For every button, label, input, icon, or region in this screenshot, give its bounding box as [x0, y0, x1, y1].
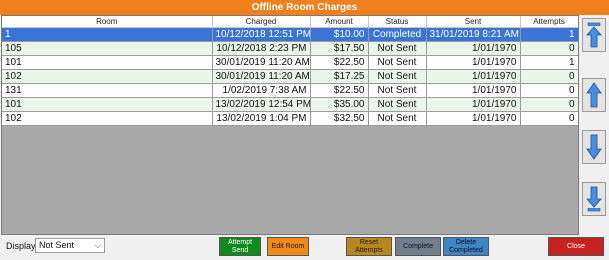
column-header-room[interactable]: Room	[2, 16, 213, 28]
reset-attempts-button[interactable]: Reset Attempts	[346, 237, 392, 256]
cell-charged: 13/02/2019 12:54 PM	[212, 97, 311, 112]
cell-room: 102	[2, 69, 213, 84]
scroll-top-button[interactable]	[582, 18, 606, 52]
cell-charged: 1/02/2019 7:38 AM	[212, 83, 311, 98]
column-header-charged[interactable]: Charged	[212, 16, 311, 28]
table-row[interactable]: 105 10/12/2018 2:23 PM $17.50 Not Sent 1…	[2, 41, 578, 56]
cell-sent: 1/01/1970	[426, 41, 521, 56]
cell-sent: 1/01/1970	[426, 69, 521, 84]
cell-amount: $10.00	[310, 27, 369, 42]
column-header-status[interactable]: Status	[368, 16, 427, 28]
cell-attempts: 0	[520, 41, 578, 56]
cell-amount: $17.50	[310, 41, 369, 56]
cell-room: 1	[2, 27, 213, 42]
table-header-row: Room Charged Amount Status Sent Attempts	[2, 16, 578, 28]
arrow-up-icon	[586, 82, 602, 108]
scroll-up-button[interactable]	[582, 78, 606, 112]
column-header-amount[interactable]: Amount	[310, 16, 369, 28]
cell-status: Not Sent	[368, 111, 427, 126]
cell-amount: $17.25	[310, 69, 369, 84]
edit-room-button[interactable]: Edit Room	[267, 237, 309, 256]
display-filter-select[interactable]: Not Sent ⌵	[35, 238, 105, 253]
scroll-bottom-button[interactable]	[582, 182, 606, 216]
cell-status: Not Sent	[368, 97, 427, 112]
cell-status: Not Sent	[368, 41, 427, 56]
cell-status: Completed	[368, 27, 427, 42]
table-row[interactable]: 101 13/02/2019 12:54 PM $35.00 Not Sent …	[2, 97, 578, 112]
cell-amount: $35.00	[310, 97, 369, 112]
arrow-down-icon	[586, 134, 602, 160]
cell-charged: 13/02/2019 1:04 PM	[212, 111, 311, 126]
display-label: Display	[6, 241, 36, 251]
table-row[interactable]: 131 1/02/2019 7:38 AM $22.50 Not Sent 1/…	[2, 83, 578, 98]
arrow-bottom-icon	[586, 186, 602, 212]
cell-room: 131	[2, 83, 213, 98]
cell-sent: 1/01/1970	[426, 111, 521, 126]
column-header-attempts[interactable]: Attempts	[520, 16, 578, 28]
cell-attempts: 1	[520, 55, 578, 70]
cell-status: Not Sent	[368, 55, 427, 70]
cell-room: 105	[2, 41, 213, 56]
scroll-down-button[interactable]	[582, 130, 606, 164]
column-header-sent[interactable]: Sent	[426, 16, 521, 28]
cell-amount: $22.50	[310, 83, 369, 98]
table-row[interactable]: 1 10/12/2018 12:51 PM $10.00 Completed 3…	[2, 27, 578, 42]
chevron-down-icon: ⌵	[94, 241, 101, 250]
cell-charged: 30/01/2019 11:20 AM	[212, 69, 311, 84]
cell-sent: 1/01/1970	[426, 83, 521, 98]
cell-sent: 31/01/2019 8:21 AM	[426, 27, 521, 42]
table-row[interactable]: 102 30/01/2019 11:20 AM $17.25 Not Sent …	[2, 69, 578, 84]
display-filter-value: Not Sent	[39, 240, 75, 250]
cell-amount: $32.50	[310, 111, 369, 126]
charges-grid[interactable]: Room Charged Amount Status Sent Attempts…	[1, 15, 579, 235]
cell-amount: $22.50	[310, 55, 369, 70]
complete-button[interactable]: Complete	[395, 237, 441, 256]
table-row[interactable]: 101 30/01/2019 11:20 AM $22.50 Not Sent …	[2, 55, 578, 70]
cell-status: Not Sent	[368, 83, 427, 98]
cell-sent: 1/01/1970	[426, 97, 521, 112]
cell-charged: 10/12/2018 12:51 PM	[212, 27, 311, 42]
charges-table: Room Charged Amount Status Sent Attempts…	[2, 16, 578, 126]
cell-attempts: 0	[520, 83, 578, 98]
cell-room: 101	[2, 97, 213, 112]
delete-completed-button[interactable]: Delete Completed	[443, 237, 489, 256]
table-row[interactable]: 102 13/02/2019 1:04 PM $32.50 Not Sent 1…	[2, 111, 578, 126]
cell-status: Not Sent	[368, 69, 427, 84]
cell-attempts: 0	[520, 97, 578, 112]
cell-room: 102	[2, 111, 213, 126]
bottom-toolbar: Display Not Sent ⌵ Attempt Send Edit Roo…	[0, 234, 609, 260]
close-button[interactable]: Close	[548, 237, 604, 256]
cell-attempts: 1	[520, 27, 578, 42]
cell-charged: 10/12/2018 2:23 PM	[212, 41, 311, 56]
cell-sent: 1/01/1970	[426, 55, 521, 70]
cell-charged: 30/01/2019 11:20 AM	[212, 55, 311, 70]
cell-attempts: 0	[520, 111, 578, 126]
attempt-send-button[interactable]: Attempt Send	[219, 237, 261, 256]
window-title: Offline Room Charges	[0, 0, 609, 15]
cell-attempts: 0	[520, 69, 578, 84]
cell-room: 101	[2, 55, 213, 70]
arrow-top-icon	[586, 22, 602, 48]
